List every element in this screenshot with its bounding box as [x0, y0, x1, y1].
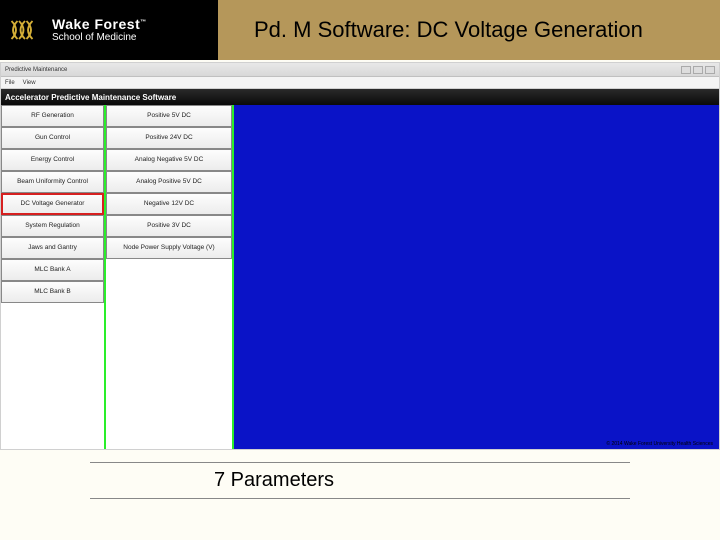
param-positive-24v[interactable]: Positive 24V DC — [106, 127, 232, 149]
close-icon[interactable] — [705, 66, 715, 74]
menu-file[interactable]: File — [5, 80, 15, 86]
param-column: Positive 5V DC Positive 24V DC Analog Ne… — [104, 105, 234, 449]
menu-view[interactable]: View — [23, 80, 36, 86]
nav-item-beam-uniformity[interactable]: Beam Uniformity Control — [1, 171, 104, 193]
param-positive-5v[interactable]: Positive 5V DC — [106, 105, 232, 127]
nav-item-dc-voltage-generator[interactable]: DC Voltage Generator — [1, 193, 104, 215]
title-bar: Pd. M Software: DC Voltage Generation — [218, 0, 720, 60]
app-title-bar: Accelerator Predictive Maintenance Softw… — [1, 89, 719, 105]
window-title: Predictive Maintenance — [5, 67, 67, 73]
app-title: Accelerator Predictive Maintenance Softw… — [5, 93, 176, 102]
copyright-text: © 2014 Wake Forest University Health Sci… — [606, 441, 713, 447]
nav-item-mlc-bank-b[interactable]: MLC Bank B — [1, 281, 104, 303]
nav-item-system-regulation[interactable]: System Regulation — [1, 215, 104, 237]
wake-forest-dna-icon — [10, 18, 46, 42]
slide-title: Pd. M Software: DC Voltage Generation — [254, 17, 643, 43]
caption-text: 7 Parameters — [214, 463, 334, 498]
param-node-power-supply[interactable]: Node Power Supply Voltage (V) — [106, 237, 232, 259]
nav-item-jaws-gantry[interactable]: Jaws and Gantry — [1, 237, 104, 259]
main-content: RF Generation Gun Control Energy Control… — [1, 105, 719, 449]
minimize-icon[interactable] — [681, 66, 691, 74]
param-analog-neg-5v[interactable]: Analog Negative 5V DC — [106, 149, 232, 171]
param-positive-3v[interactable]: Positive 3V DC — [106, 215, 232, 237]
nav-item-mlc-bank-a[interactable]: MLC Bank A — [1, 259, 104, 281]
slide-header: Wake Forest™ School of Medicine Pd. M So… — [0, 0, 720, 60]
embedded-screenshot: Predictive Maintenance File View Acceler… — [0, 62, 720, 450]
nav-item-rf-generation[interactable]: RF Generation — [1, 105, 104, 127]
logo-line1: Wake Forest — [52, 16, 140, 32]
nav-item-energy-control[interactable]: Energy Control — [1, 149, 104, 171]
menubar: File View — [1, 77, 719, 89]
logo-text: Wake Forest™ School of Medicine — [52, 17, 147, 43]
window-controls — [681, 66, 715, 74]
caption-line-bottom — [90, 498, 630, 499]
logo-block: Wake Forest™ School of Medicine — [0, 0, 218, 60]
plot-area — [234, 105, 719, 449]
param-negative-12v[interactable]: Negative 12V DC — [106, 193, 232, 215]
logo-line2: School of Medicine — [52, 33, 147, 43]
nav-column: RF Generation Gun Control Energy Control… — [1, 105, 104, 449]
maximize-icon[interactable] — [693, 66, 703, 74]
caption-line-top — [90, 462, 630, 463]
logo-tm: ™ — [140, 19, 147, 25]
window-titlebar: Predictive Maintenance — [1, 63, 719, 77]
nav-item-gun-control[interactable]: Gun Control — [1, 127, 104, 149]
caption: 7 Parameters — [0, 462, 720, 499]
param-analog-pos-5v[interactable]: Analog Positive 5V DC — [106, 171, 232, 193]
